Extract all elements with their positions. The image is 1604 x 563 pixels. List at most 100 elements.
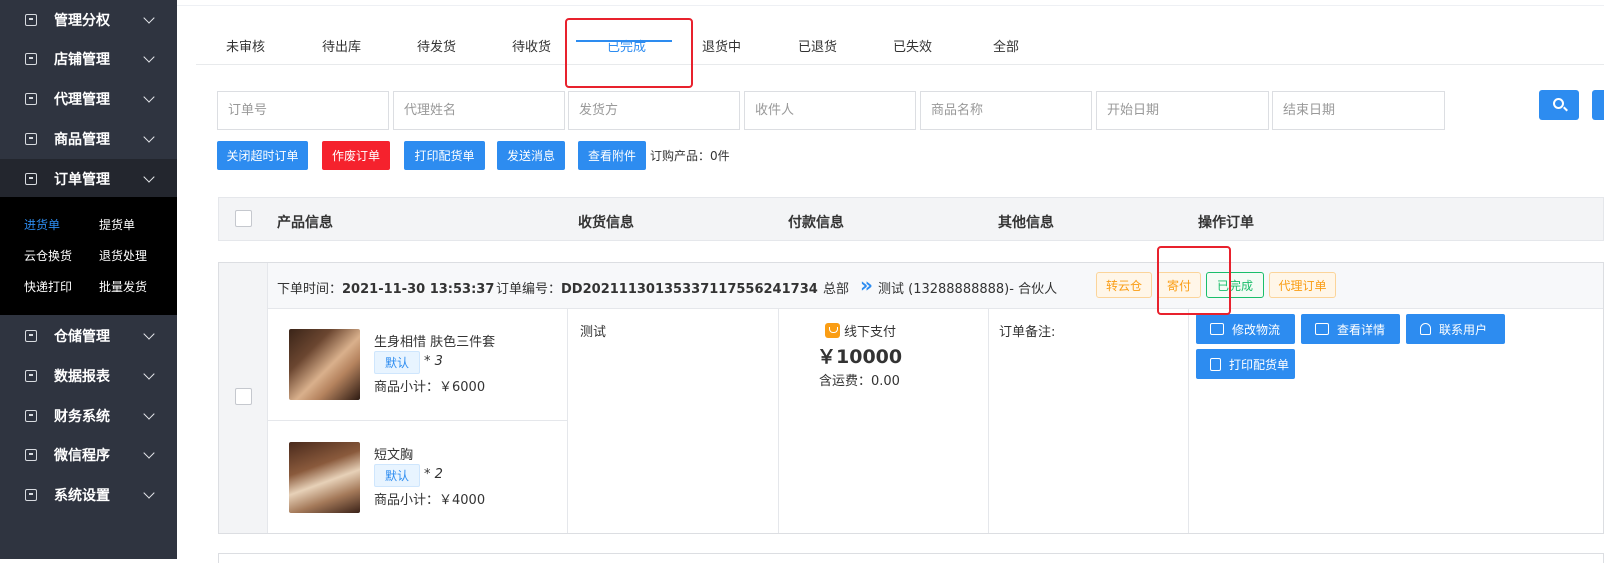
order-card: 下单时间：2021-11-30 13:53:37 订单编号：DD20211130… <box>218 262 1604 534</box>
menu-label: 订单管理 <box>54 172 110 188</box>
tab-pending-shipment[interactable]: 待发货 <box>417 36 456 55</box>
chevron-down-icon <box>143 447 155 459</box>
void-order-button[interactable]: 作废订单 <box>322 141 390 170</box>
menu-item-goods[interactable]: 商品管理 <box>0 119 177 159</box>
close-timeout-button[interactable]: 关闭超时订单 <box>217 141 308 170</box>
menu-item-agents[interactable]: 代理管理 <box>0 79 177 119</box>
menu-label: 店铺管理 <box>54 52 110 68</box>
order-hq: 总部 <box>823 282 850 297</box>
submenu-cloud-exchange[interactable]: 云仓换货 <box>24 247 72 264</box>
warehouse-icon <box>25 330 37 342</box>
reset-button[interactable] <box>1592 90 1604 120</box>
product-spec-tag: 默认 <box>374 351 420 374</box>
order-header: 下单时间：2021-11-30 13:53:37 订单编号：DD20211130… <box>268 263 1603 309</box>
order-product-count: 订购产品：0件 <box>650 149 730 163</box>
status-tabs: 未审核 待出库 待发货 待收货 已完成 退货中 已退货 已失效 全部 <box>196 22 1604 65</box>
goods-icon <box>25 133 37 145</box>
product-quantity: * 2 <box>424 467 443 482</box>
settings-icon <box>25 489 37 501</box>
menu-item-wechat[interactable]: 微信程序 <box>0 435 177 475</box>
tab-pending-outbound[interactable]: 待出库 <box>322 36 361 55</box>
menu-item-settings[interactable]: 系统设置 <box>0 475 177 515</box>
product-image[interactable] <box>289 442 360 513</box>
product-subtotal: 商品小计：￥6000 <box>374 380 486 395</box>
start-date-input[interactable] <box>1096 91 1269 130</box>
next-order-card <box>218 553 1604 563</box>
product-name-input[interactable] <box>920 91 1092 130</box>
tab-all[interactable]: 全部 <box>993 36 1019 55</box>
agent-name-input[interactable] <box>393 91 565 130</box>
order-number: 订单编号：DD20211130135337117556241734 <box>496 278 818 297</box>
tab-unreviewed[interactable]: 未审核 <box>226 36 265 55</box>
menu-label: 系统设置 <box>54 488 110 504</box>
tab-returned[interactable]: 已退货 <box>798 36 837 55</box>
payment-amount: ￥10000 <box>817 346 903 368</box>
send-message-button[interactable]: 发送消息 <box>497 141 565 170</box>
menu-item-warehouse[interactable]: 仓储管理 <box>0 316 177 356</box>
order-checkbox[interactable] <box>235 388 252 405</box>
header-payment-info: 付款信息 <box>788 215 844 231</box>
chevron-down-icon <box>143 408 155 420</box>
edit-logistics-button[interactable]: 修改物流 <box>1196 314 1295 344</box>
product-subtotal: 商品小计：￥4000 <box>374 493 486 508</box>
menu-label: 商品管理 <box>54 132 110 148</box>
menu-item-reports[interactable]: 数据报表 <box>0 356 177 396</box>
submenu-pickup-order[interactable]: 提货单 <box>99 216 135 233</box>
header-order-actions: 操作订单 <box>1198 215 1254 231</box>
tag-prepaid-shipping: 寄付 <box>1157 272 1201 298</box>
menu-label: 数据报表 <box>54 369 110 385</box>
select-all-checkbox[interactable] <box>235 210 252 227</box>
column-divider <box>778 309 779 533</box>
print-picking-button[interactable]: 打印配货单 <box>404 141 485 170</box>
book-icon <box>1315 323 1329 335</box>
agent-icon <box>25 93 37 105</box>
tag-completed: 已完成 <box>1206 272 1264 298</box>
product-image[interactable] <box>289 329 360 400</box>
column-divider <box>1188 309 1189 533</box>
sender-input[interactable] <box>568 91 740 130</box>
tab-completed[interactable]: 已完成 <box>607 36 646 55</box>
header-receiving-info: 收货信息 <box>578 215 634 231</box>
print-picking-order-button[interactable]: 打印配货单 <box>1196 349 1295 379</box>
chevron-down-icon <box>143 51 155 63</box>
search-icon <box>1553 98 1564 109</box>
contact-user-button[interactable]: 联系用户 <box>1406 314 1505 344</box>
view-detail-button[interactable]: 查看详情 <box>1301 314 1400 344</box>
top-divider <box>177 0 1604 6</box>
submenu-returns[interactable]: 退货处理 <box>99 247 147 264</box>
menu-label: 微信程序 <box>54 448 110 464</box>
menu-item-finance[interactable]: 财务系统 <box>0 396 177 436</box>
order-icon <box>25 173 37 185</box>
chevron-down-icon <box>143 91 155 103</box>
book-icon <box>1210 323 1224 335</box>
chevron-down-icon <box>143 12 155 24</box>
tab-pending-receipt[interactable]: 待收货 <box>512 36 551 55</box>
chevron-down-icon <box>143 368 155 380</box>
view-attachment-button[interactable]: 查看附件 <box>578 141 646 170</box>
tab-returning[interactable]: 退货中 <box>702 36 741 55</box>
header-other-info: 其他信息 <box>998 215 1054 231</box>
menu-item-stores[interactable]: 店铺管理 <box>0 39 177 79</box>
order-select-gutter <box>219 263 268 533</box>
table-header: 产品信息 收货信息 付款信息 其他信息 操作订单 <box>218 197 1604 241</box>
submenu-express-print[interactable]: 快递打印 <box>24 278 72 295</box>
shield-icon <box>25 14 37 26</box>
tag-agent-order: 代理订单 <box>1269 272 1336 298</box>
submenu-batch-ship[interactable]: 批量发货 <box>99 278 147 295</box>
submenu-purchase-order[interactable]: 进货单 <box>24 216 60 233</box>
menu-item-permissions[interactable]: 管理分权 <box>0 0 177 40</box>
chevron-down-icon <box>143 131 155 143</box>
view-detail-label: 查看详情 <box>1337 322 1386 337</box>
tab-expired[interactable]: 已失效 <box>893 36 932 55</box>
menu-label: 代理管理 <box>54 92 110 108</box>
menu-item-orders[interactable]: 订单管理 <box>0 159 177 199</box>
order-no-input[interactable] <box>217 91 389 130</box>
column-divider <box>567 309 568 533</box>
order-customer: 测试 (13288888888)- 合伙人 <box>878 282 1058 297</box>
end-date-input[interactable] <box>1272 91 1445 130</box>
order-no-label: 订单编号： <box>496 282 562 297</box>
chevron-down-icon <box>143 328 155 340</box>
store-icon <box>25 53 37 65</box>
receiver-input[interactable] <box>744 91 916 130</box>
search-button[interactable] <box>1539 90 1579 120</box>
